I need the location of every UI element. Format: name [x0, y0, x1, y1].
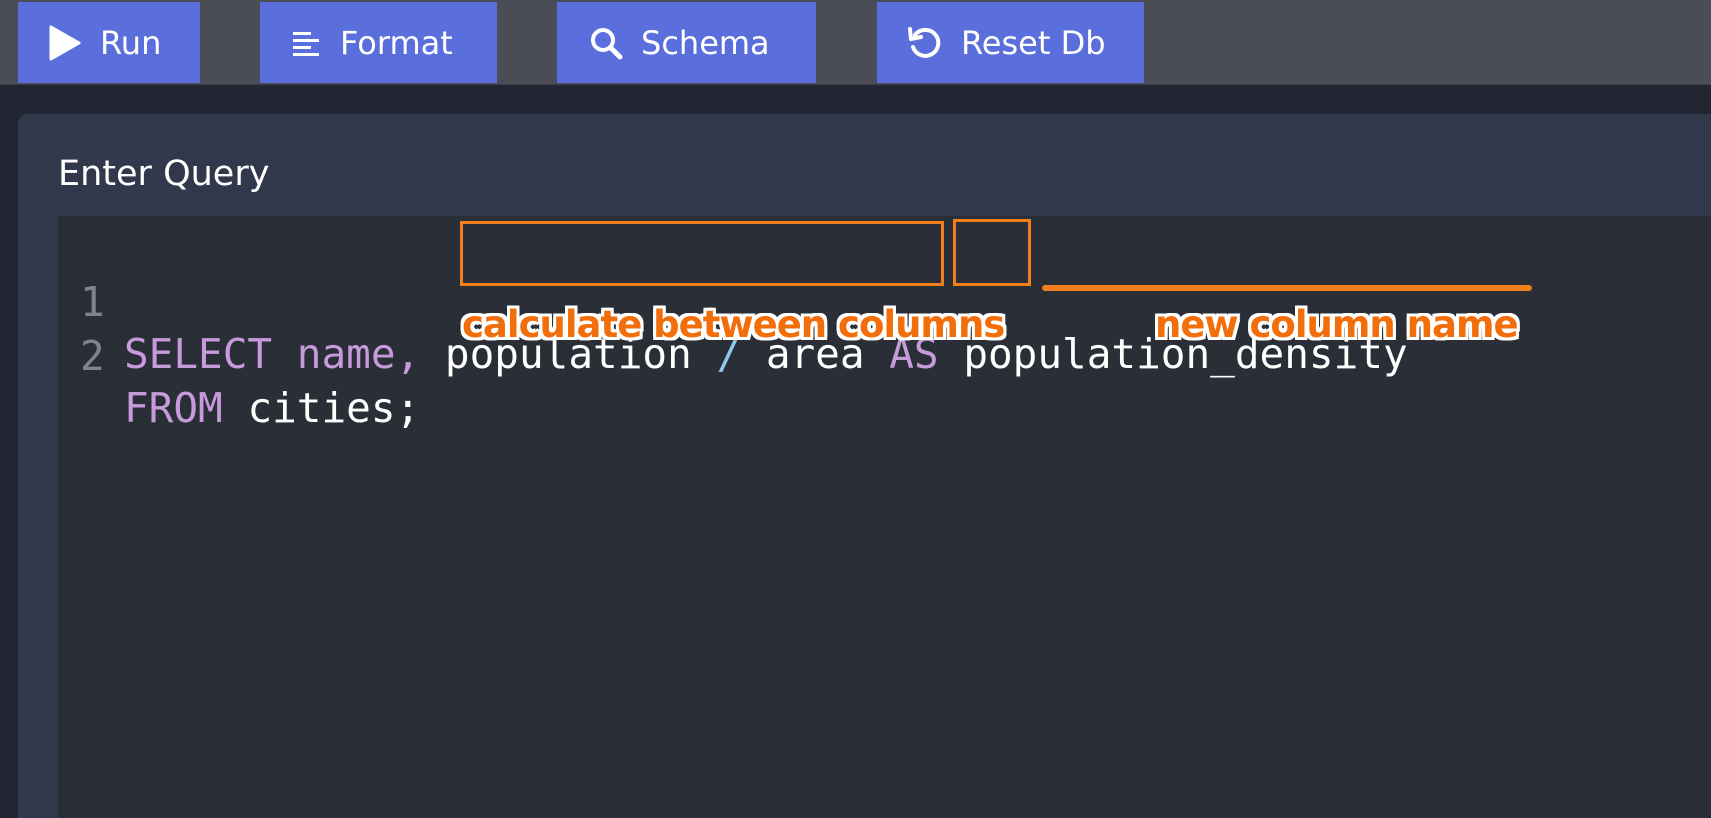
schema-button[interactable]: Schema: [557, 2, 816, 83]
reset-db-button[interactable]: Reset Db: [877, 2, 1144, 83]
toolbar: Run Format Schema Reset Db: [0, 0, 1711, 85]
code-line: FROM cities;: [124, 382, 420, 434]
run-button-label: Run: [100, 23, 162, 62]
run-button[interactable]: Run: [18, 2, 200, 83]
annotation-calculate: calculate between columns: [462, 303, 1005, 346]
reset-icon: [908, 26, 941, 58]
search-icon: [591, 27, 623, 59]
column-name: name,: [296, 330, 421, 378]
editor-line: 1 SELECT name, population / area AS popu…: [58, 224, 1408, 378]
format-button-label: Format: [340, 23, 453, 62]
reset-db-button-label: Reset Db: [961, 23, 1106, 62]
query-panel: Enter Query 1 SELECT name, population / …: [18, 114, 1711, 818]
line-number: 2: [80, 332, 105, 380]
play-icon: [49, 25, 81, 60]
editor-line: 2 FROM cities;: [58, 278, 420, 432]
keyword-from: FROM: [124, 384, 223, 432]
schema-button-label: Schema: [641, 23, 770, 62]
alias-underline: [1042, 285, 1532, 291]
calculation-highlight-box: [460, 221, 944, 286]
as-keyword-highlight-box: [953, 219, 1031, 286]
format-button[interactable]: Format: [260, 2, 497, 83]
table-cities: cities;: [247, 384, 421, 432]
annotation-new-column-name: new column name: [1155, 303, 1519, 346]
format-align-icon: [293, 31, 319, 56]
panel-title: Enter Query: [58, 154, 270, 194]
